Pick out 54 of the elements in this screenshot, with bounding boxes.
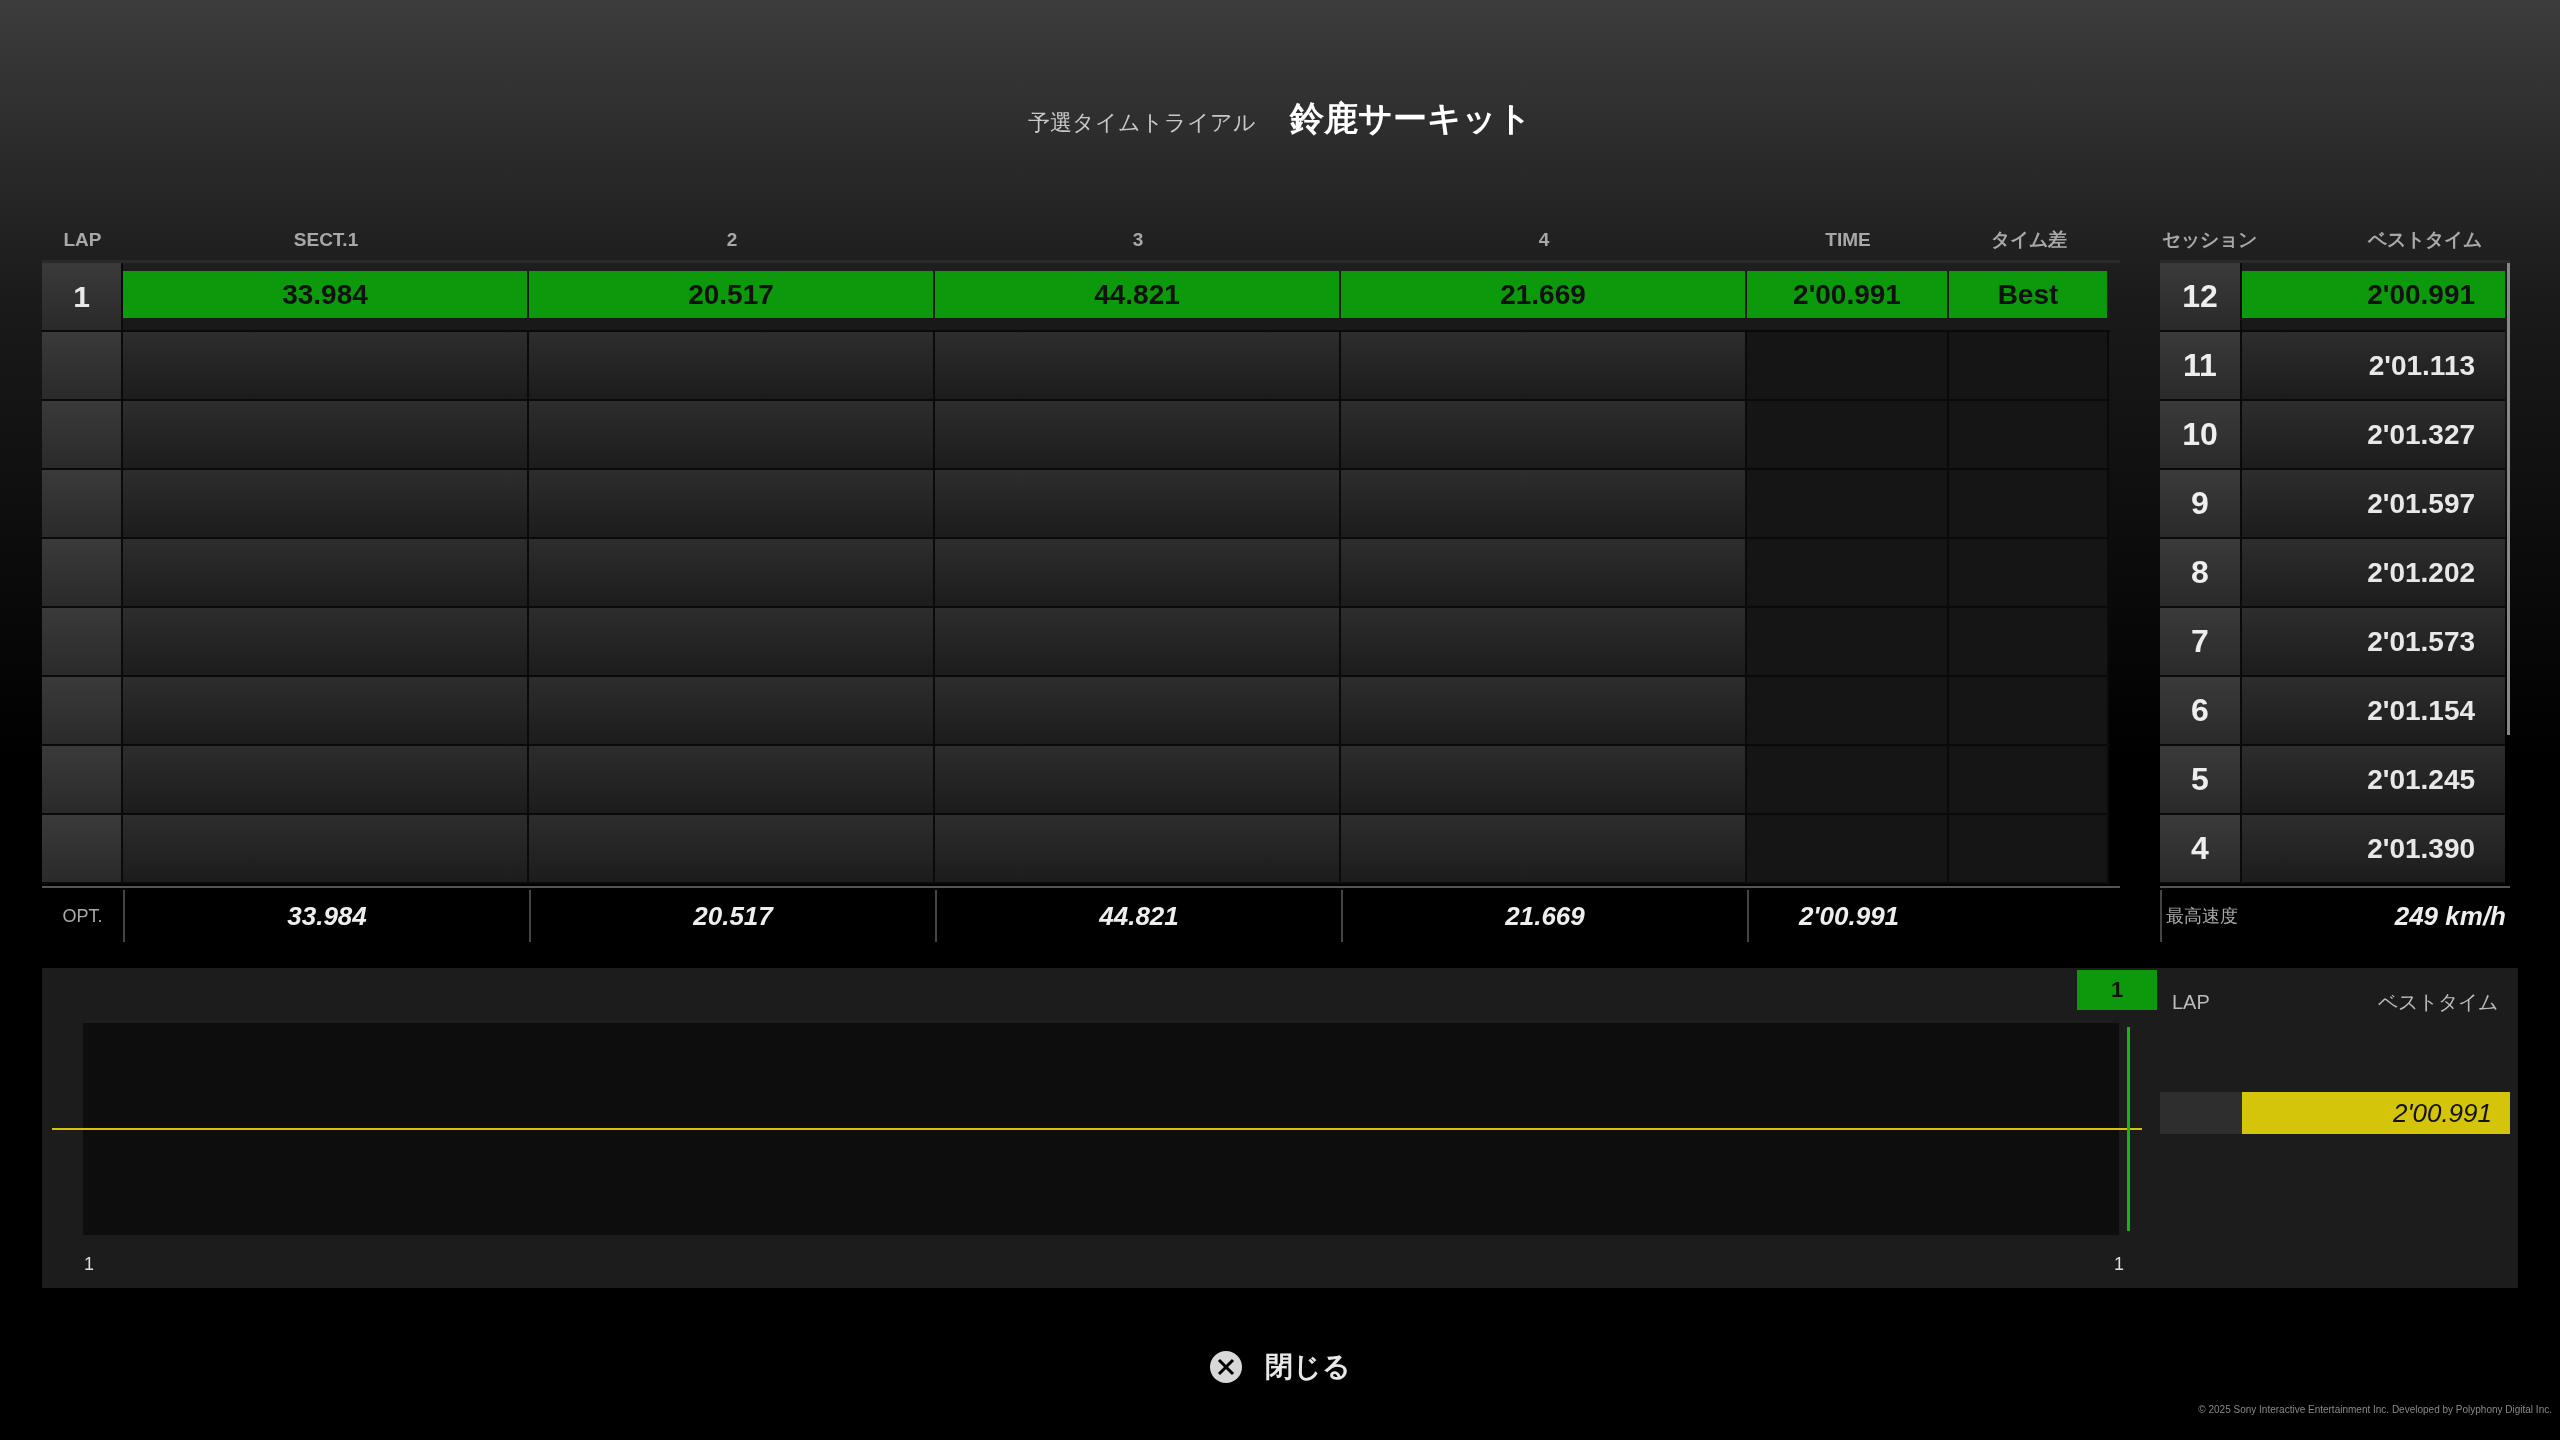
time-difference: Best bbox=[1949, 271, 2109, 318]
copyright-text: © 2025 Sony Interactive Entertainment Inc. Developed by Polyphony Digital Inc. bbox=[2198, 1404, 2552, 1415]
column-header: 2 bbox=[725, 229, 739, 251]
session-best-time: 2'01.245 bbox=[2242, 746, 2506, 813]
optimal-sector-time: 20.517 bbox=[529, 890, 935, 942]
session-best-time: 2'01.573 bbox=[2242, 608, 2506, 675]
sector-time: 20.517 bbox=[529, 271, 935, 318]
session-best-time: 2'01.154 bbox=[2242, 677, 2506, 744]
session-number: 12 bbox=[2160, 263, 2242, 330]
close-button[interactable]: 閉じる bbox=[1199, 1344, 1361, 1390]
top-speed-value: 249 km/h bbox=[2393, 900, 2507, 932]
sector-time: 21.669 bbox=[1341, 271, 1747, 318]
axis-label: 1 bbox=[84, 1254, 94, 1275]
optimal-sector-time: 21.669 bbox=[1341, 890, 1747, 942]
optimal-lap-time: 2'00.991 bbox=[1747, 890, 1949, 942]
sector-time: 33.984 bbox=[123, 271, 529, 318]
lap-marker: 1 bbox=[2077, 970, 2157, 1010]
top-speed-label: 最高速度 bbox=[2160, 890, 2306, 942]
cross-button-icon bbox=[1209, 1350, 1243, 1384]
mode-label: 予選タイムトライアル bbox=[1028, 109, 1256, 137]
optimal-sector-time: 44.821 bbox=[935, 890, 1341, 942]
optimal-label: OPT. bbox=[61, 904, 104, 928]
session-best-time: 2'00.991 bbox=[2242, 271, 2506, 318]
sector-time: 44.821 bbox=[935, 271, 1341, 318]
session-number: 4 bbox=[2160, 815, 2242, 882]
legend-best-time: 2'00.991 bbox=[2242, 1092, 2510, 1134]
session-best-time: 2'01.327 bbox=[2242, 401, 2506, 468]
optimal-sector-time: 33.984 bbox=[123, 890, 529, 942]
column-header: ベストタイム bbox=[2368, 228, 2483, 252]
session-number: 10 bbox=[2160, 401, 2242, 468]
column-header: ベストタイム bbox=[2378, 989, 2498, 1015]
session-number: 9 bbox=[2160, 470, 2242, 537]
session-number: 5 bbox=[2160, 746, 2242, 813]
session-number: 11 bbox=[2160, 332, 2242, 399]
session-number: 8 bbox=[2160, 539, 2242, 606]
column-header: 4 bbox=[1537, 229, 1551, 251]
lap-number: 1 bbox=[42, 263, 123, 330]
session-best-time: 2'01.202 bbox=[2242, 539, 2506, 606]
track-name: 鈴鹿サーキット bbox=[1290, 98, 1532, 139]
axis-label: 1 bbox=[2114, 1254, 2124, 1275]
column-header: タイム差 bbox=[1990, 228, 2068, 252]
column-header: セッション bbox=[2161, 228, 2257, 252]
lap-time: 2'00.991 bbox=[1747, 271, 1949, 318]
scrollbar[interactable] bbox=[2507, 263, 2510, 735]
column-header: LAP bbox=[62, 229, 103, 251]
column-header: LAP bbox=[2172, 990, 2210, 1014]
session-number: 6 bbox=[2160, 677, 2242, 744]
session-best-time: 2'01.113 bbox=[2242, 332, 2506, 399]
session-best-time: 2'01.597 bbox=[2242, 470, 2506, 537]
session-number: 7 bbox=[2160, 608, 2242, 675]
session-best-time: 2'01.390 bbox=[2242, 815, 2506, 882]
column-header: 3 bbox=[1131, 229, 1145, 251]
column-header: SECT.1 bbox=[292, 229, 360, 251]
column-header: TIME bbox=[1824, 229, 1872, 251]
